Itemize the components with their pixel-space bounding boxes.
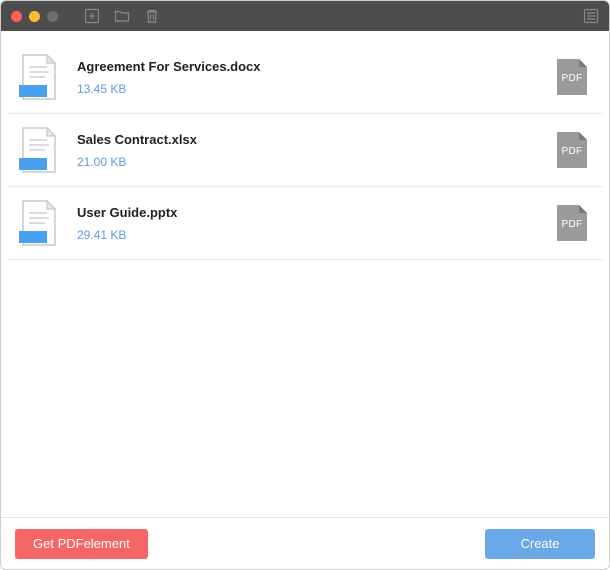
minimize-window-button[interactable] <box>29 11 40 22</box>
pdf-label: PDF <box>555 146 589 157</box>
pdf-output-icon: PDF <box>555 130 589 170</box>
maximize-window-button[interactable] <box>47 11 58 22</box>
footer: Get PDFelement Create <box>1 517 609 569</box>
content-area: Agreement For Services.docx 13.45 KB PDF <box>1 31 609 517</box>
create-button[interactable]: Create <box>485 529 595 559</box>
file-size: 29.41 KB <box>77 228 539 242</box>
file-list: Agreement For Services.docx 13.45 KB PDF <box>7 41 603 260</box>
open-folder-icon[interactable] <box>114 8 130 24</box>
file-size: 13.45 KB <box>77 82 539 96</box>
app-window: Agreement For Services.docx 13.45 KB PDF <box>0 0 610 570</box>
file-name: User Guide.pptx <box>77 205 539 220</box>
file-info: User Guide.pptx 29.41 KB <box>77 205 539 242</box>
titlebar <box>1 1 609 31</box>
get-pdfelement-button[interactable]: Get PDFelement <box>15 529 148 559</box>
document-icon <box>17 53 61 101</box>
file-row[interactable]: Agreement For Services.docx 13.45 KB PDF <box>7 41 603 114</box>
toolbar <box>84 8 160 24</box>
pdf-output-icon: PDF <box>555 57 589 97</box>
list-view-icon[interactable] <box>583 8 599 24</box>
pdf-label: PDF <box>555 73 589 84</box>
file-row[interactable]: Sales Contract.xlsx 21.00 KB PDF <box>7 114 603 187</box>
document-icon <box>17 126 61 174</box>
document-icon <box>17 199 61 247</box>
pdf-output-icon: PDF <box>555 203 589 243</box>
close-window-button[interactable] <box>11 11 22 22</box>
delete-icon[interactable] <box>144 8 160 24</box>
file-name: Agreement For Services.docx <box>77 59 539 74</box>
file-name: Sales Contract.xlsx <box>77 132 539 147</box>
file-info: Agreement For Services.docx 13.45 KB <box>77 59 539 96</box>
pdf-label: PDF <box>555 219 589 230</box>
file-size: 21.00 KB <box>77 155 539 169</box>
file-row[interactable]: User Guide.pptx 29.41 KB PDF <box>7 187 603 260</box>
add-file-icon[interactable] <box>84 8 100 24</box>
file-info: Sales Contract.xlsx 21.00 KB <box>77 132 539 169</box>
window-controls <box>11 11 58 22</box>
